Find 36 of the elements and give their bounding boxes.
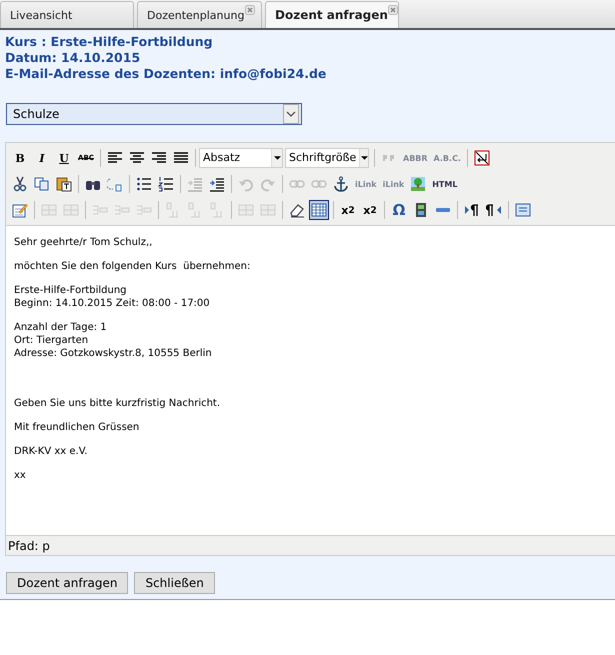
caret-icon <box>360 156 368 160</box>
tab[interactable]: Liveansicht <box>0 1 134 28</box>
close-icon[interactable] <box>245 5 255 15</box>
info-text: Kurs : Erste-Hilfe-Fortbildung <box>5 34 214 50</box>
table-icon[interactable] <box>309 200 329 220</box>
action-button[interactable]: Dozent anfragen <box>6 572 128 594</box>
format-dropdown[interactable]: Absatz <box>199 148 283 168</box>
caret-icon <box>274 156 280 160</box>
toolbar-button[interactable]: B <box>10 148 30 168</box>
anchor-icon[interactable] <box>331 174 351 194</box>
info-text: Datum: 14.10.2015 <box>5 50 142 66</box>
letter-text: Ort: Tiergarten <box>14 335 88 346</box>
action-button[interactable]: Schließen <box>134 572 215 594</box>
info-text: E-Mail-Adresse des Dozenten: info@fobi24.de <box>5 66 328 82</box>
letter-text: Anzahl der Tage: 1 <box>14 322 107 333</box>
letter-text: Adresse: Gotzkowskystr.8, 10555 Berlin <box>14 348 212 359</box>
toolbar-button[interactable]: U <box>54 148 74 168</box>
letter-text: Erste-Hilfe-Fortbildung <box>14 285 126 296</box>
close-icon[interactable] <box>388 5 398 15</box>
letter-text: Beginn: 14.10.2015 Zeit: 08:00 - 17:00 <box>14 298 210 309</box>
toolbar-button[interactable]: I <box>32 148 52 168</box>
dozent-select[interactable]: Schulze <box>6 103 302 125</box>
numlist-icon[interactable] <box>156 174 176 194</box>
letter-text: Mit freundlichen Grüssen <box>14 422 140 433</box>
format-dropdown[interactable]: Schriftgröße <box>285 148 369 168</box>
letter-text: Geben Sie uns bitte kurzfristig Nachricht. <box>14 398 220 409</box>
letter-text: xx <box>14 470 26 481</box>
tab[interactable]: Dozent anfragen <box>265 1 399 28</box>
letter-text: DRK-KV xx e.V. <box>14 446 88 457</box>
toolbar-button[interactable]: HTML <box>430 174 460 194</box>
caret-icon <box>283 104 299 124</box>
tab[interactable]: Dozentenplanung <box>137 1 262 28</box>
letter-text: möchten Sie den folgenden Kurs übernehmen: <box>14 261 250 272</box>
toolbar-button[interactable]: Ω <box>389 200 409 220</box>
path-text: Pfad: p <box>8 539 50 553</box>
letter-text: Sehr geehrte/r Tom Schulz,, <box>14 237 152 248</box>
